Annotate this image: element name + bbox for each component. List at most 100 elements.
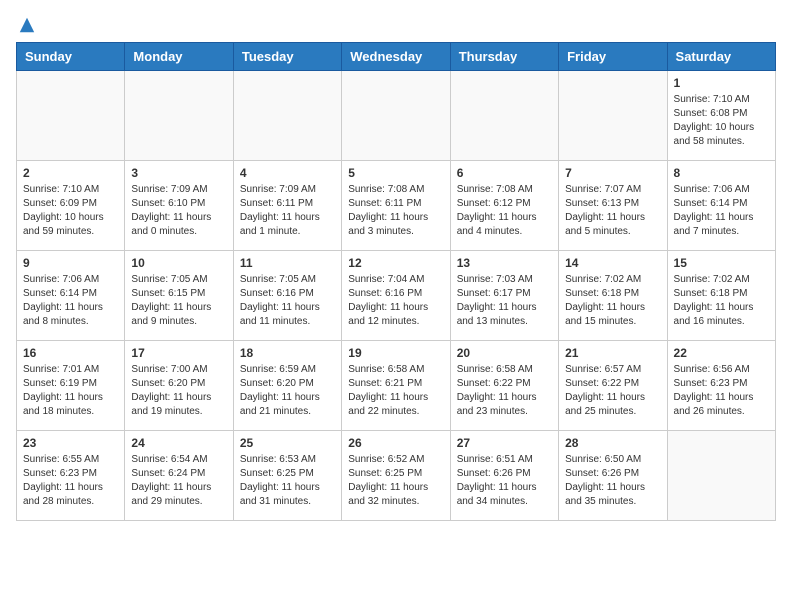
calendar-cell xyxy=(450,71,558,161)
calendar-cell: 27 Sunrise: 6:51 AM Sunset: 6:26 PM Dayli… xyxy=(450,431,558,521)
calendar-cell: 4 Sunrise: 7:09 AM Sunset: 6:11 PM Daylig… xyxy=(233,161,341,251)
calendar-cell: 8Sunrise: 7:06 AM Sunset: 6:14 PM Daylig… xyxy=(667,161,775,251)
calendar-cell xyxy=(17,71,125,161)
day-info: Sunrise: 6:55 AM Sunset: 6:23 PM Dayligh… xyxy=(23,453,118,509)
day-number: 17 xyxy=(131,346,226,360)
day-info: Sunrise: 7:01 AM Sunset: 6:19 PM Dayligh… xyxy=(23,363,118,419)
calendar-week-1: 1 Sunrise: 7:10 AM Sunset: 6:08 PM Daylig… xyxy=(17,71,776,161)
day-number: 5 xyxy=(348,166,443,180)
day-number: 2 xyxy=(23,166,118,180)
day-info: Sunrise: 6:54 AM Sunset: 6:24 PM Dayligh… xyxy=(131,453,226,509)
day-info: Sunrise: 6:50 AM Sunset: 6:26 PM Dayligh… xyxy=(565,453,660,509)
day-number: 1 xyxy=(674,76,769,90)
calendar-cell: 6 Sunrise: 7:08 AM Sunset: 6:12 PM Daylig… xyxy=(450,161,558,251)
day-info: Sunrise: 7:03 AM Sunset: 6:17 PM Dayligh… xyxy=(457,273,552,329)
day-number: 7 xyxy=(565,166,660,180)
day-number: 10 xyxy=(131,256,226,270)
calendar-cell: 24 Sunrise: 6:54 AM Sunset: 6:24 PM Dayli… xyxy=(125,431,233,521)
day-info: Sunrise: 7:07 AM Sunset: 6:13 PM Dayligh… xyxy=(565,183,660,239)
calendar-cell: 18Sunrise: 6:59 AM Sunset: 6:20 PM Dayli… xyxy=(233,341,341,431)
calendar-cell: 11 Sunrise: 7:05 AM Sunset: 6:16 PM Dayli… xyxy=(233,251,341,341)
logo xyxy=(16,16,36,30)
calendar-cell: 17 Sunrise: 7:00 AM Sunset: 6:20 PM Dayli… xyxy=(125,341,233,431)
logo-icon xyxy=(18,16,36,34)
calendar-header-row: SundayMondayTuesdayWednesdayThursdayFrid… xyxy=(17,43,776,71)
day-number: 21 xyxy=(565,346,660,360)
calendar-week-4: 16 Sunrise: 7:01 AM Sunset: 6:19 PM Dayli… xyxy=(17,341,776,431)
day-info: Sunrise: 7:02 AM Sunset: 6:18 PM Dayligh… xyxy=(674,273,769,329)
calendar-cell: 3Sunrise: 7:09 AM Sunset: 6:10 PM Daylig… xyxy=(125,161,233,251)
calendar-header-saturday: Saturday xyxy=(667,43,775,71)
day-info: Sunrise: 6:57 AM Sunset: 6:22 PM Dayligh… xyxy=(565,363,660,419)
day-info: Sunrise: 6:51 AM Sunset: 6:26 PM Dayligh… xyxy=(457,453,552,509)
calendar-week-3: 9Sunrise: 7:06 AM Sunset: 6:14 PM Daylig… xyxy=(17,251,776,341)
calendar-header-friday: Friday xyxy=(559,43,667,71)
day-info: Sunrise: 7:06 AM Sunset: 6:14 PM Dayligh… xyxy=(23,273,118,329)
day-info: Sunrise: 7:10 AM Sunset: 6:08 PM Dayligh… xyxy=(674,93,769,149)
calendar-cell: 23Sunrise: 6:55 AM Sunset: 6:23 PM Dayli… xyxy=(17,431,125,521)
page-header xyxy=(16,16,776,30)
calendar-header-tuesday: Tuesday xyxy=(233,43,341,71)
day-number: 11 xyxy=(240,256,335,270)
day-info: Sunrise: 7:04 AM Sunset: 6:16 PM Dayligh… xyxy=(348,273,443,329)
day-info: Sunrise: 7:08 AM Sunset: 6:12 PM Dayligh… xyxy=(457,183,552,239)
day-info: Sunrise: 7:08 AM Sunset: 6:11 PM Dayligh… xyxy=(348,183,443,239)
day-number: 4 xyxy=(240,166,335,180)
calendar-cell: 1 Sunrise: 7:10 AM Sunset: 6:08 PM Daylig… xyxy=(667,71,775,161)
day-number: 18 xyxy=(240,346,335,360)
day-number: 16 xyxy=(23,346,118,360)
calendar-cell xyxy=(233,71,341,161)
day-number: 19 xyxy=(348,346,443,360)
day-number: 12 xyxy=(348,256,443,270)
day-info: Sunrise: 7:00 AM Sunset: 6:20 PM Dayligh… xyxy=(131,363,226,419)
day-number: 24 xyxy=(131,436,226,450)
day-info: Sunrise: 6:58 AM Sunset: 6:22 PM Dayligh… xyxy=(457,363,552,419)
day-number: 28 xyxy=(565,436,660,450)
day-info: Sunrise: 7:05 AM Sunset: 6:15 PM Dayligh… xyxy=(131,273,226,329)
calendar-cell: 16 Sunrise: 7:01 AM Sunset: 6:19 PM Dayli… xyxy=(17,341,125,431)
calendar-cell: 26 Sunrise: 6:52 AM Sunset: 6:25 PM Dayli… xyxy=(342,431,450,521)
day-info: Sunrise: 7:05 AM Sunset: 6:16 PM Dayligh… xyxy=(240,273,335,329)
calendar-cell: 10 Sunrise: 7:05 AM Sunset: 6:15 PM Dayli… xyxy=(125,251,233,341)
day-info: Sunrise: 7:06 AM Sunset: 6:14 PM Dayligh… xyxy=(674,183,769,239)
day-number: 27 xyxy=(457,436,552,450)
calendar-cell: 2 Sunrise: 7:10 AM Sunset: 6:09 PM Daylig… xyxy=(17,161,125,251)
calendar-cell xyxy=(559,71,667,161)
day-number: 26 xyxy=(348,436,443,450)
calendar-cell: 7 Sunrise: 7:07 AM Sunset: 6:13 PM Daylig… xyxy=(559,161,667,251)
calendar-cell: 21 Sunrise: 6:57 AM Sunset: 6:22 PM Dayli… xyxy=(559,341,667,431)
calendar-cell: 14Sunrise: 7:02 AM Sunset: 6:18 PM Dayli… xyxy=(559,251,667,341)
calendar-table: SundayMondayTuesdayWednesdayThursdayFrid… xyxy=(16,42,776,521)
day-number: 22 xyxy=(674,346,769,360)
calendar-cell: 19 Sunrise: 6:58 AM Sunset: 6:21 PM Dayli… xyxy=(342,341,450,431)
calendar-cell: 25 Sunrise: 6:53 AM Sunset: 6:25 PM Dayli… xyxy=(233,431,341,521)
day-number: 6 xyxy=(457,166,552,180)
calendar-cell: 22 Sunrise: 6:56 AM Sunset: 6:23 PM Dayli… xyxy=(667,341,775,431)
calendar-cell: 20 Sunrise: 6:58 AM Sunset: 6:22 PM Dayli… xyxy=(450,341,558,431)
calendar-header-thursday: Thursday xyxy=(450,43,558,71)
calendar-week-2: 2 Sunrise: 7:10 AM Sunset: 6:09 PM Daylig… xyxy=(17,161,776,251)
calendar-cell: 12 Sunrise: 7:04 AM Sunset: 6:16 PM Dayli… xyxy=(342,251,450,341)
calendar-week-5: 23Sunrise: 6:55 AM Sunset: 6:23 PM Dayli… xyxy=(17,431,776,521)
day-number: 13 xyxy=(457,256,552,270)
calendar-cell: 5 Sunrise: 7:08 AM Sunset: 6:11 PM Daylig… xyxy=(342,161,450,251)
calendar-header-sunday: Sunday xyxy=(17,43,125,71)
day-info: Sunrise: 7:09 AM Sunset: 6:11 PM Dayligh… xyxy=(240,183,335,239)
calendar-header-monday: Monday xyxy=(125,43,233,71)
day-number: 20 xyxy=(457,346,552,360)
calendar-cell: 28 Sunrise: 6:50 AM Sunset: 6:26 PM Dayli… xyxy=(559,431,667,521)
calendar-header-wednesday: Wednesday xyxy=(342,43,450,71)
calendar-cell xyxy=(342,71,450,161)
day-info: Sunrise: 7:10 AM Sunset: 6:09 PM Dayligh… xyxy=(23,183,118,239)
calendar-cell: 9Sunrise: 7:06 AM Sunset: 6:14 PM Daylig… xyxy=(17,251,125,341)
day-info: Sunrise: 6:53 AM Sunset: 6:25 PM Dayligh… xyxy=(240,453,335,509)
day-info: Sunrise: 6:52 AM Sunset: 6:25 PM Dayligh… xyxy=(348,453,443,509)
calendar-cell xyxy=(125,71,233,161)
calendar-cell: 15Sunrise: 7:02 AM Sunset: 6:18 PM Dayli… xyxy=(667,251,775,341)
calendar-cell: 13 Sunrise: 7:03 AM Sunset: 6:17 PM Dayli… xyxy=(450,251,558,341)
day-info: Sunrise: 7:02 AM Sunset: 6:18 PM Dayligh… xyxy=(565,273,660,329)
day-number: 25 xyxy=(240,436,335,450)
day-info: Sunrise: 6:58 AM Sunset: 6:21 PM Dayligh… xyxy=(348,363,443,419)
day-info: Sunrise: 6:56 AM Sunset: 6:23 PM Dayligh… xyxy=(674,363,769,419)
day-number: 3 xyxy=(131,166,226,180)
